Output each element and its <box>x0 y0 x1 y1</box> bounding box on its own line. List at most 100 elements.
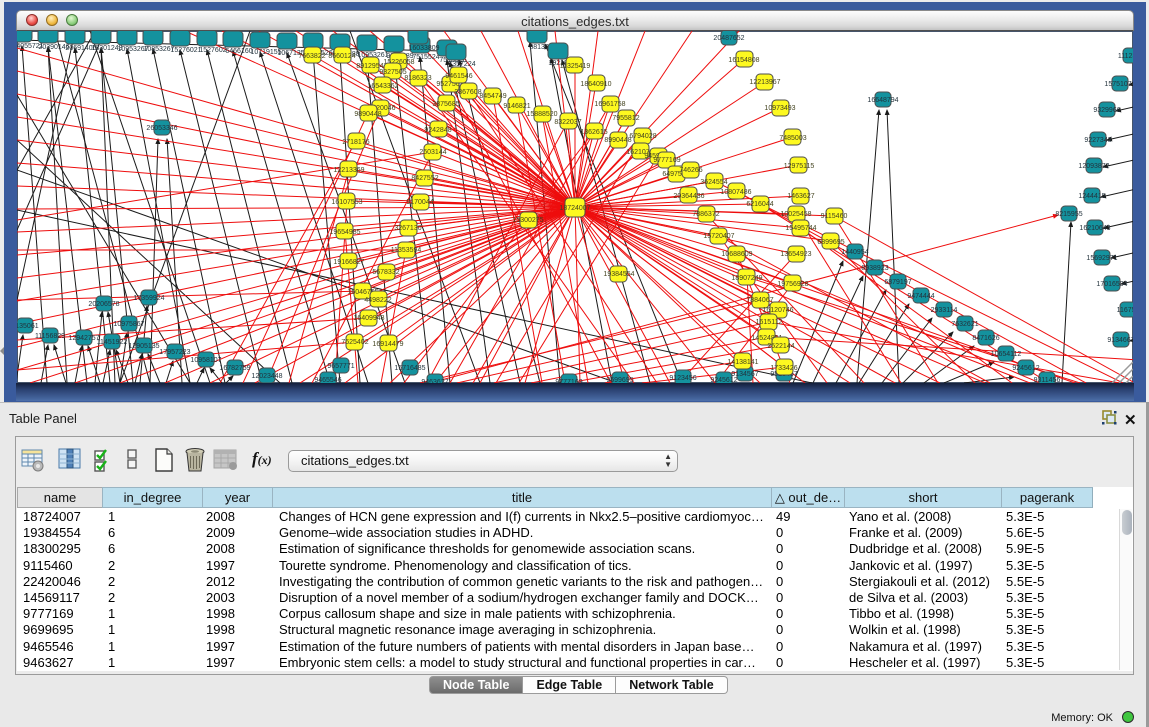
svg-text:15692971: 15692971 <box>1086 255 1117 262</box>
svg-text:10975867: 10975867 <box>113 321 144 328</box>
svg-text:16154808: 16154808 <box>728 57 759 64</box>
svg-text:12975115: 12975115 <box>784 163 815 170</box>
svg-text:8471626: 8471626 <box>972 335 999 342</box>
svg-text:1244415: 1244415 <box>1078 193 1105 200</box>
svg-text:17359924: 17359924 <box>133 295 164 302</box>
svg-text:2718176: 2718176 <box>342 139 369 146</box>
svg-text:16914479: 16914479 <box>372 341 403 348</box>
svg-text:8427552: 8427552 <box>411 175 438 182</box>
svg-text:2867608: 2867608 <box>454 89 481 96</box>
svg-text:16107553: 16107553 <box>331 199 362 206</box>
svg-text:12942757: 12942757 <box>68 335 99 342</box>
svg-text:18640910: 18640910 <box>580 81 611 88</box>
svg-text:13654923: 13654923 <box>780 251 811 258</box>
svg-text:11325419: 11325419 <box>560 63 591 70</box>
svg-text:7515524: 7515524 <box>412 54 439 61</box>
svg-text:12093872: 12093872 <box>1078 163 1109 170</box>
svg-text:20487652: 20487652 <box>713 35 744 42</box>
svg-text:15716485: 15716485 <box>394 365 425 372</box>
svg-text:10025458: 10025458 <box>780 211 811 218</box>
svg-text:14138141: 14138141 <box>727 359 758 366</box>
svg-text:10973493: 10973493 <box>764 105 795 112</box>
svg-text:12905135: 12905135 <box>128 343 159 350</box>
svg-text:5678332: 5678332 <box>372 269 399 276</box>
svg-text:16543362: 16543362 <box>367 83 398 90</box>
svg-text:3875685: 3875685 <box>432 101 459 108</box>
svg-text:7632621: 7632621 <box>951 321 978 328</box>
svg-text:15300275: 15300275 <box>512 217 543 224</box>
svg-text:12213967: 12213967 <box>749 79 780 86</box>
svg-text:1463627: 1463627 <box>787 193 814 200</box>
svg-text:8938923: 8938923 <box>861 265 888 272</box>
svg-text:9474444: 9474444 <box>907 293 934 300</box>
svg-text:8660124: 8660124 <box>328 53 355 60</box>
svg-text:15751074: 15751074 <box>1104 81 1133 88</box>
svg-text:9123456: 9123456 <box>669 375 696 382</box>
svg-text:6899695: 6899695 <box>817 239 844 246</box>
svg-text:7886372: 7886372 <box>692 211 719 218</box>
svg-text:1527602: 1527602 <box>199 47 226 54</box>
svg-text:8322037: 8322037 <box>554 119 581 126</box>
svg-text:10958107: 10958107 <box>190 357 221 364</box>
svg-text:3624554: 3624554 <box>700 179 727 186</box>
svg-text:8186323: 8186323 <box>404 75 431 82</box>
svg-text:17016504: 17016504 <box>1096 281 1127 288</box>
svg-text:9329966: 9329966 <box>1093 107 1120 114</box>
svg-text:16961758: 16961758 <box>594 101 625 108</box>
svg-text:9245612: 9245612 <box>1012 365 1039 372</box>
svg-text:11451922: 11451922 <box>97 339 128 346</box>
svg-text:8215955: 8215955 <box>1055 211 1082 218</box>
svg-text:19384554: 19384554 <box>603 271 634 278</box>
svg-text:12213369: 12213369 <box>333 167 364 174</box>
svg-text:11353594: 11353594 <box>391 247 422 254</box>
svg-text:26053346: 26053346 <box>146 125 177 132</box>
svg-text:7625402: 7625402 <box>341 339 368 346</box>
svg-text:16648794: 16648794 <box>867 97 898 104</box>
svg-text:9777169: 9777169 <box>653 157 680 164</box>
svg-text:18724007: 18724007 <box>559 205 590 212</box>
svg-text:16210643: 16210643 <box>1079 225 1110 232</box>
svg-text:7663822: 7663822 <box>298 53 325 60</box>
svg-text:9227343: 9227343 <box>1084 137 1111 144</box>
svg-text:9146821: 9146821 <box>503 103 530 110</box>
svg-text:8454749: 8454749 <box>479 93 506 100</box>
svg-text:11156829: 11156829 <box>35 333 65 340</box>
svg-text:1440954: 1440954 <box>841 249 868 256</box>
svg-text:16033809: 16033809 <box>408 45 439 52</box>
svg-text:9134667: 9134667 <box>1107 337 1133 344</box>
svg-text:19654985: 19654985 <box>329 229 360 236</box>
svg-text:9134567: 9134567 <box>731 371 758 378</box>
svg-text:7485003: 7485003 <box>779 135 806 142</box>
svg-text:20206578: 20206578 <box>88 301 119 308</box>
svg-text:10807486: 10807486 <box>720 189 751 196</box>
svg-text:15276021: 15276021 <box>170 47 201 54</box>
svg-text:2933114: 2933114 <box>931 307 958 314</box>
svg-text:20364436: 20364436 <box>673 193 704 200</box>
svg-text:3267130: 3267130 <box>394 225 421 232</box>
svg-text:6216044: 6216044 <box>746 201 773 208</box>
svg-text:9327505: 9327505 <box>379 69 406 76</box>
svg-text:7955812: 7955812 <box>612 115 639 122</box>
svg-text:6794028: 6794028 <box>629 133 656 140</box>
svg-text:10688609: 10688609 <box>721 251 752 258</box>
svg-text:17957223: 17957223 <box>159 349 190 356</box>
svg-text:19166827: 19166827 <box>333 259 364 266</box>
svg-text:1615112: 1615112 <box>756 319 783 326</box>
svg-text:2522144: 2522144 <box>767 343 794 350</box>
svg-text:7884067: 7884067 <box>746 297 773 304</box>
svg-text:1362615: 1362615 <box>580 129 607 136</box>
svg-text:9170044: 9170044 <box>406 199 433 206</box>
svg-text:16782759: 16782759 <box>219 365 250 372</box>
svg-text:15888520: 15888520 <box>526 111 557 118</box>
svg-text:6466160: 6466160 <box>225 48 252 55</box>
svg-text:15720407: 15720407 <box>703 233 734 240</box>
svg-text:16409948: 16409948 <box>353 315 384 322</box>
svg-text:9657771: 9657771 <box>327 363 354 370</box>
svg-text:4498222: 4498222 <box>364 297 391 304</box>
svg-text:9890448: 9890448 <box>354 111 381 118</box>
svg-text:10654112: 10654112 <box>991 351 1022 358</box>
svg-text:15495744: 15495744 <box>785 225 816 232</box>
svg-text:9115460: 9115460 <box>821 213 848 220</box>
svg-text:746266: 746266 <box>679 167 702 174</box>
svg-text:9135061: 9135061 <box>17 323 39 330</box>
